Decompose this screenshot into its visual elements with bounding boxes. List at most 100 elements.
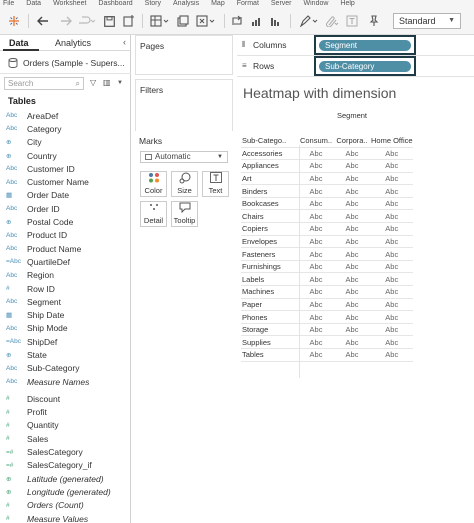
field-item[interactable]: Abc Measure Names xyxy=(0,375,131,388)
data-cell[interactable]: Abc xyxy=(333,335,371,349)
menu-item[interactable]: Map xyxy=(211,0,225,7)
data-cell[interactable]: Abc xyxy=(333,297,371,311)
data-cell[interactable]: Abc xyxy=(371,285,413,299)
row-header-cell[interactable]: Binders xyxy=(241,184,299,198)
data-cell[interactable]: Abc xyxy=(299,196,333,210)
data-cell[interactable]: Abc xyxy=(299,335,333,349)
new-worksheet-icon[interactable] xyxy=(148,12,172,30)
row-header-title[interactable]: Sub-Catego.. xyxy=(241,122,299,147)
field-item[interactable]: =# SalesCategory xyxy=(0,445,131,458)
text-button[interactable]: Text xyxy=(202,171,229,197)
data-source-item[interactable]: Orders (Sample - Supers... xyxy=(0,52,131,74)
field-item[interactable]: =# SalesCategory_if xyxy=(0,459,131,472)
data-cell[interactable]: Abc xyxy=(333,234,371,248)
field-item[interactable]: ⊕ Latitude (generated) xyxy=(0,472,131,485)
row-header-cell[interactable]: Envelopes xyxy=(241,234,299,248)
row-header-cell[interactable]: Bookcases xyxy=(241,196,299,210)
column-header[interactable]: Consum.. xyxy=(299,122,333,147)
menu-item[interactable]: Analysis xyxy=(173,0,199,7)
tab-data[interactable]: Data xyxy=(9,38,29,48)
tooltip-button[interactable]: Tooltip xyxy=(171,201,198,227)
data-cell[interactable]: Abc xyxy=(333,209,371,223)
segment-pill[interactable]: Segment xyxy=(319,40,411,51)
row-header-cell[interactable]: Tables xyxy=(241,348,299,362)
fit-mode-select[interactable]: Standard ▼ xyxy=(393,13,461,29)
data-cell[interactable]: Abc xyxy=(371,297,413,311)
sub-category-pill[interactable]: Sub-Category xyxy=(319,61,411,72)
field-search-input[interactable]: Search ⌕ xyxy=(4,77,84,90)
data-cell[interactable]: Abc xyxy=(371,272,413,286)
menu-item[interactable]: Help xyxy=(340,0,354,7)
data-cell[interactable]: Abc xyxy=(371,348,413,362)
field-item[interactable]: ⊕ Postal Code xyxy=(0,215,131,228)
group-paperclip-icon[interactable] xyxy=(322,12,342,30)
field-item[interactable]: Abc Order ID xyxy=(0,202,131,215)
data-cell[interactable]: Abc xyxy=(333,146,371,160)
data-cell[interactable]: Abc xyxy=(299,259,333,273)
data-cell[interactable]: Abc xyxy=(333,259,371,273)
field-item[interactable]: # Orders (Count) xyxy=(0,499,131,512)
fix-axes-pin-icon[interactable] xyxy=(366,12,382,30)
menu-item[interactable]: Format xyxy=(237,0,259,7)
detail-button[interactable]: Detail xyxy=(140,201,167,227)
data-cell[interactable]: Abc xyxy=(333,272,371,286)
data-cell[interactable]: Abc xyxy=(299,272,333,286)
field-item[interactable]: Abc Sub-Category xyxy=(0,362,131,375)
back-arrow-icon[interactable] xyxy=(35,12,51,30)
filter-funnel-icon[interactable]: ▽ xyxy=(90,78,96,87)
field-item[interactable]: Abc Product Name xyxy=(0,242,131,255)
data-cell[interactable]: Abc xyxy=(333,184,371,198)
data-cell[interactable]: Abc xyxy=(299,234,333,248)
menu-item[interactable]: Server xyxy=(271,0,292,7)
tableau-logo-icon[interactable] xyxy=(6,12,22,30)
data-cell[interactable]: Abc xyxy=(333,159,371,173)
menu-item[interactable]: Data xyxy=(26,0,41,7)
data-cell[interactable]: Abc xyxy=(371,184,413,198)
row-header-cell[interactable]: Furnishings xyxy=(241,259,299,273)
data-cell[interactable]: Abc xyxy=(299,222,333,236)
data-cell[interactable]: Abc xyxy=(371,222,413,236)
data-cell[interactable]: Abc xyxy=(299,184,333,198)
size-button[interactable]: Size xyxy=(171,171,198,197)
highlight-pen-icon[interactable] xyxy=(297,12,321,30)
data-cell[interactable]: Abc xyxy=(333,322,371,336)
field-item[interactable]: ⊕ State xyxy=(0,348,131,361)
field-item[interactable]: Abc Segment xyxy=(0,295,131,308)
data-cell[interactable]: Abc xyxy=(333,222,371,236)
data-cell[interactable]: Abc xyxy=(299,297,333,311)
data-cell[interactable]: Abc xyxy=(333,285,371,299)
data-cell[interactable]: Abc xyxy=(371,247,413,261)
field-item[interactable]: # Row ID xyxy=(0,282,131,295)
field-item[interactable]: # Discount xyxy=(0,392,131,405)
new-data-source-icon[interactable] xyxy=(121,12,137,30)
row-header-cell[interactable]: Storage xyxy=(241,322,299,336)
row-header-cell[interactable]: Chairs xyxy=(241,209,299,223)
data-cell[interactable]: Abc xyxy=(299,348,333,362)
data-cell[interactable]: Abc xyxy=(333,247,371,261)
menu-item[interactable]: Story xyxy=(145,0,161,7)
field-item[interactable]: Abc Customer Name xyxy=(0,175,131,188)
data-cell[interactable]: Abc xyxy=(299,310,333,324)
data-cell[interactable]: Abc xyxy=(371,159,413,173)
field-item[interactable]: Abc Product ID xyxy=(0,229,131,242)
data-cell[interactable]: Abc xyxy=(299,322,333,336)
column-header[interactable]: Home Office xyxy=(371,122,413,147)
data-cell[interactable]: Abc xyxy=(299,171,333,185)
data-cell[interactable]: Abc xyxy=(333,171,371,185)
sort-ascending-icon[interactable] xyxy=(249,12,265,30)
save-icon[interactable] xyxy=(101,12,117,30)
show-labels-icon[interactable] xyxy=(344,12,360,30)
row-header-cell[interactable]: Accessories xyxy=(241,146,299,160)
data-cell[interactable]: Abc xyxy=(371,146,413,160)
data-cell[interactable]: Abc xyxy=(299,247,333,261)
field-item[interactable]: =Abc QuartileDef xyxy=(0,255,131,268)
chevron-down-icon[interactable]: ▼ xyxy=(117,80,123,86)
data-cell[interactable]: Abc xyxy=(371,209,413,223)
field-item[interactable]: Abc AreaDef xyxy=(0,109,131,122)
menu-item[interactable]: Worksheet xyxy=(53,0,86,7)
menu-item[interactable]: Dashboard xyxy=(98,0,132,7)
duplicate-sheet-icon[interactable] xyxy=(174,12,192,30)
data-cell[interactable]: Abc xyxy=(333,348,371,362)
row-header-cell[interactable]: Paper xyxy=(241,297,299,311)
row-header-cell[interactable]: Supplies xyxy=(241,335,299,349)
